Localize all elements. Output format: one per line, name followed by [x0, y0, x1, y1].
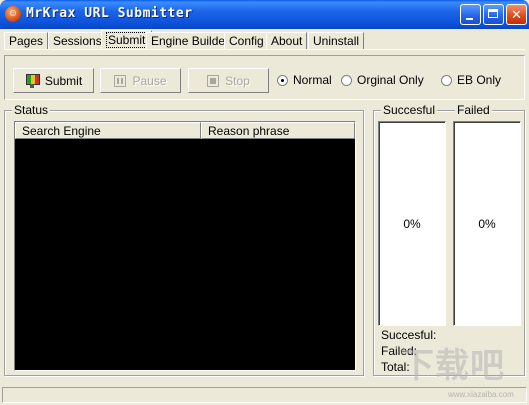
- maximize-button[interactable]: [483, 4, 504, 25]
- stop-button[interactable]: Stop: [188, 68, 269, 93]
- minimize-icon: [466, 18, 473, 20]
- failed-label: Failed: [455, 103, 492, 117]
- tab-about[interactable]: About: [266, 32, 308, 49]
- submit-button[interactable]: Submit: [13, 68, 94, 93]
- minimize-button[interactable]: [460, 4, 481, 25]
- pause-icon: [114, 74, 127, 87]
- radio-normal[interactable]: Normal: [277, 73, 332, 87]
- radio-dot[interactable]: [341, 74, 352, 86]
- succesful-percent: 0%: [403, 216, 421, 231]
- radio-dot-selected[interactable]: [277, 74, 288, 86]
- pause-button[interactable]: Pause: [100, 68, 181, 93]
- status-list[interactable]: Search Engine Reason phrase: [14, 121, 356, 371]
- traffic-light-icon: [25, 73, 40, 88]
- radio-orginal-only[interactable]: Orginal Only: [341, 73, 424, 87]
- tab-pages[interactable]: Pages: [4, 32, 49, 49]
- tab-divider: [4, 49, 525, 50]
- column-header-search-engine[interactable]: Search Engine: [15, 122, 201, 139]
- radio-eb-only[interactable]: EB Only: [441, 73, 501, 87]
- status-group-label: Status: [12, 103, 51, 117]
- failed-meter: 0%: [453, 121, 521, 326]
- tab-sessions[interactable]: Sessions: [48, 32, 107, 49]
- window-title: MrKrax URL Submitter: [26, 6, 193, 21]
- radio-dot[interactable]: [441, 74, 452, 86]
- tab-config[interactable]: Config: [224, 32, 269, 49]
- succesful-meter: 0%: [378, 121, 446, 326]
- title-bar[interactable]: ☺ MrKrax URL Submitter ✕: [0, 0, 529, 29]
- tab-uninstall[interactable]: Uninstall: [308, 32, 365, 49]
- stop-icon: [207, 74, 220, 87]
- tab-engine-builder[interactable]: Engine Builder: [146, 32, 235, 49]
- close-icon: ✕: [511, 7, 522, 22]
- app-icon[interactable]: ☺: [5, 6, 21, 22]
- watermark: 下载吧: [400, 347, 505, 385]
- tab-submit[interactable]: Submit: [101, 30, 153, 49]
- failed-percent: 0%: [478, 216, 496, 231]
- succesful-label: Succesful: [381, 103, 438, 117]
- column-header-reason-phrase[interactable]: Reason phrase: [201, 122, 355, 139]
- maximize-icon: [488, 9, 498, 18]
- close-button[interactable]: ✕: [506, 4, 527, 25]
- status-bar: [2, 387, 527, 403]
